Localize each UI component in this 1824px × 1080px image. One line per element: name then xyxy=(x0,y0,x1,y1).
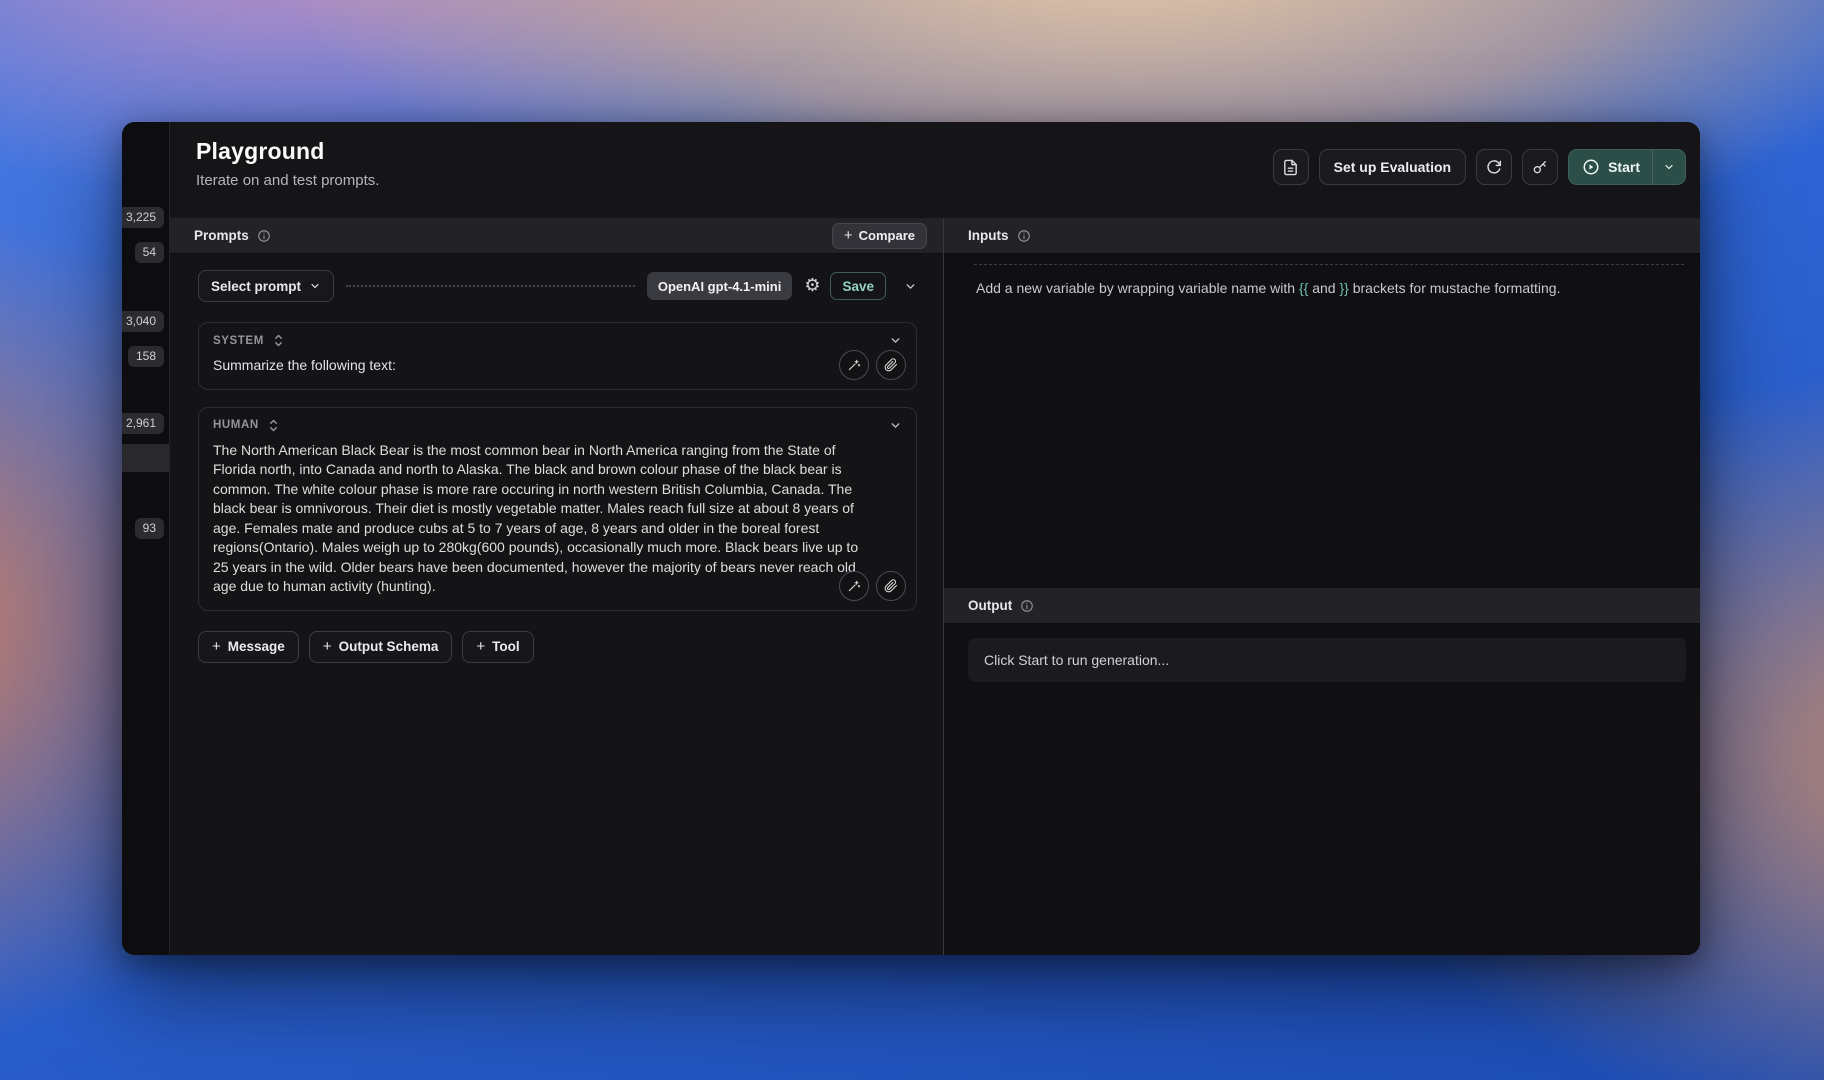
add-output-schema-label: Output Schema xyxy=(338,639,439,654)
dotted-divider xyxy=(346,285,635,287)
nav-count-badge: 3,225 xyxy=(122,207,164,228)
magic-wand-icon xyxy=(847,579,861,593)
info-icon[interactable] xyxy=(1017,229,1031,243)
output-placeholder-box: Click Start to run generation... xyxy=(968,638,1686,682)
save-label: Save xyxy=(842,278,874,294)
add-tool-button[interactable]: + Tool xyxy=(462,630,534,663)
plus-icon: + xyxy=(843,227,853,244)
compare-button[interactable]: + Compare xyxy=(831,222,927,249)
view-code-button[interactable] xyxy=(1272,149,1309,185)
chevron-down-icon xyxy=(309,280,321,292)
prompts-body: Select prompt OpenAI gpt-4.1-mini ⚙ Save xyxy=(170,254,943,955)
system-message-box: SYSTEM Summarize the following text: xyxy=(198,322,917,390)
start-label: Start xyxy=(1608,159,1640,175)
message-role-label[interactable]: HUMAN xyxy=(213,419,259,431)
plus-icon: + xyxy=(476,638,486,655)
improve-prompt-button[interactable] xyxy=(839,349,869,380)
role-swap-icon[interactable] xyxy=(268,419,279,432)
hint-text: Add a new variable by wrapping variable … xyxy=(976,280,1299,296)
info-icon[interactable] xyxy=(257,229,271,243)
output-title: Output xyxy=(968,598,1013,613)
hint-text: brackets for mustache formatting. xyxy=(1348,280,1561,296)
save-button[interactable]: Save xyxy=(830,272,886,300)
gear-icon[interactable]: ⚙ xyxy=(804,277,820,295)
nav-count-badge: 158 xyxy=(127,346,164,367)
output-panel-header: Output xyxy=(944,588,1700,624)
compare-label: Compare xyxy=(858,228,915,243)
variable-hint-text: Add a new variable by wrapping variable … xyxy=(974,264,1684,296)
start-split-button: Start xyxy=(1568,149,1686,185)
human-message-box: HUMAN The North American Black Bear is t… xyxy=(198,406,917,611)
human-message-text[interactable]: The North American Black Bear is the mos… xyxy=(213,441,861,597)
inputs-title: Inputs xyxy=(968,228,1009,243)
add-message-label: Message xyxy=(227,639,285,654)
add-message-button[interactable]: + Message xyxy=(198,630,299,663)
message-role-label[interactable]: SYSTEM xyxy=(213,335,264,347)
magic-wand-icon xyxy=(847,358,861,372)
output-placeholder-text: Click Start to run generation... xyxy=(984,652,1170,668)
refresh-icon xyxy=(1486,159,1502,175)
system-message-text[interactable]: Summarize the following text: xyxy=(213,356,902,376)
prompts-title: Prompts xyxy=(194,228,249,243)
document-icon xyxy=(1282,159,1299,176)
nav-count-badge: 2,961 xyxy=(122,413,164,434)
setup-evaluation-label: Set up Evaluation xyxy=(1333,159,1452,175)
hint-text: and xyxy=(1308,280,1340,296)
paperclip-icon xyxy=(884,357,898,372)
nav-count-badge: 54 xyxy=(134,242,164,263)
attach-file-button[interactable] xyxy=(876,570,906,601)
inputs-body: Add a new variable by wrapping variable … xyxy=(944,254,1700,588)
start-button[interactable]: Start xyxy=(1569,150,1652,184)
output-body: Click Start to run generation... xyxy=(944,624,1700,955)
prompts-panel: Prompts + Compare Select prompt OpenAI g… xyxy=(170,218,943,955)
role-swap-icon[interactable] xyxy=(273,334,284,347)
collapse-message-button[interactable] xyxy=(889,419,902,432)
chevron-down-icon xyxy=(1663,161,1675,173)
close-braces: }} xyxy=(1339,280,1349,296)
improve-prompt-button[interactable] xyxy=(839,570,869,601)
add-tool-label: Tool xyxy=(492,639,520,654)
api-key-button[interactable] xyxy=(1522,149,1559,185)
plus-icon: + xyxy=(212,638,221,655)
setup-evaluation-button[interactable]: Set up Evaluation xyxy=(1318,149,1467,185)
nav-count-badge: 3,040 xyxy=(122,311,164,332)
io-panel: Inputs Add a new variable by wrapping va… xyxy=(943,218,1700,955)
collapse-model-row-button[interactable] xyxy=(904,280,917,293)
info-icon[interactable] xyxy=(1020,599,1034,613)
plus-icon: + xyxy=(322,638,332,655)
key-icon xyxy=(1532,159,1548,175)
paperclip-icon xyxy=(884,578,898,593)
clipped-nav-strip: 3,225 54 3,040 158 2,961 93 xyxy=(122,122,170,955)
add-output-schema-button[interactable]: + Output Schema xyxy=(308,630,453,663)
header-actions: Set up Evaluation Start xyxy=(1272,149,1686,185)
select-prompt-label: Select prompt xyxy=(211,278,302,294)
model-row: Select prompt OpenAI gpt-4.1-mini ⚙ Save xyxy=(198,270,917,302)
page-header: Playground Iterate on and test prompts. … xyxy=(170,122,1700,218)
nav-highlighted-row[interactable] xyxy=(122,444,169,472)
prompts-panel-header: Prompts + Compare xyxy=(170,218,943,254)
start-options-button[interactable] xyxy=(1652,150,1685,184)
playground-window: 3,225 54 3,040 158 2,961 93 Playground I… xyxy=(122,122,1700,955)
select-prompt-dropdown[interactable]: Select prompt xyxy=(198,270,335,302)
chevron-down-icon xyxy=(904,280,917,293)
reset-button[interactable] xyxy=(1476,149,1513,185)
add-buttons-row: + Message + Output Schema + Tool xyxy=(198,630,917,663)
nav-count-badge: 93 xyxy=(134,518,164,539)
play-circle-icon xyxy=(1582,158,1600,176)
model-badge[interactable]: OpenAI gpt-4.1-mini xyxy=(646,272,793,300)
open-braces: {{ xyxy=(1298,280,1309,296)
inputs-panel-header: Inputs xyxy=(944,218,1700,254)
collapse-message-button[interactable] xyxy=(889,334,902,347)
attach-file-button[interactable] xyxy=(876,349,906,380)
